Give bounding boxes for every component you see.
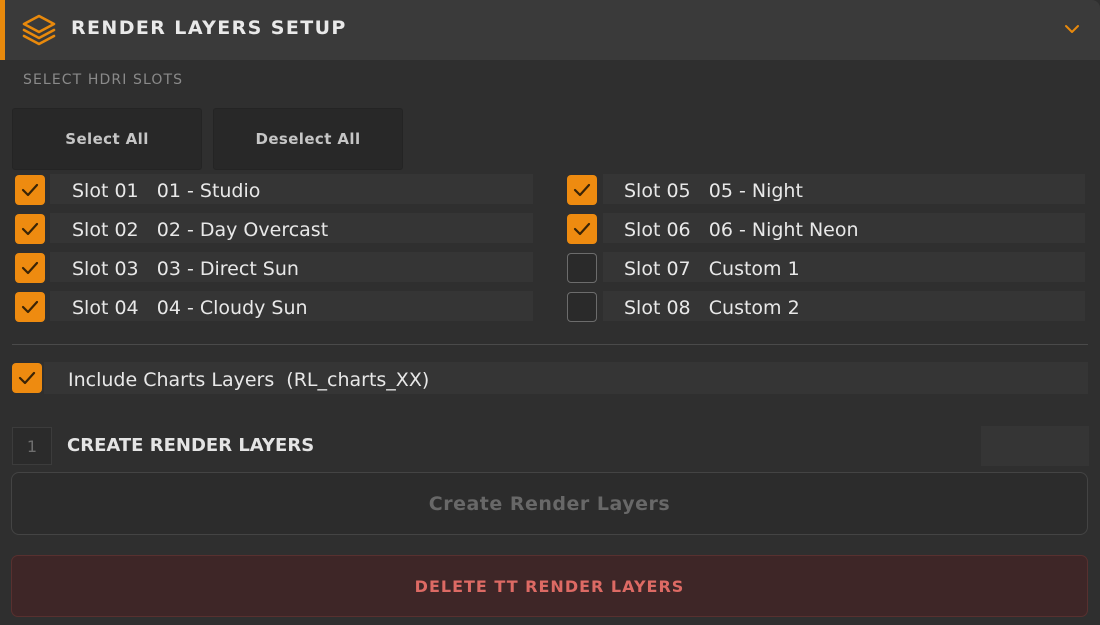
include-charts-checkbox[interactable] xyxy=(12,363,42,393)
checkmark-icon xyxy=(573,183,591,197)
checkmark-icon xyxy=(21,183,39,197)
slot-06-label: Slot 06 06 - Night Neon xyxy=(624,219,859,241)
checkmark-icon xyxy=(573,222,591,236)
slot-05-checkbox[interactable] xyxy=(567,175,597,205)
slot-04-label: Slot 04 04 - Cloudy Sun xyxy=(72,297,308,319)
create-render-layers-button[interactable]: Create Render Layers xyxy=(11,472,1088,535)
section-label: SELECT HDRI SLOTS xyxy=(23,72,184,88)
slot-08-checkbox[interactable] xyxy=(567,292,597,322)
checkmark-icon xyxy=(21,222,39,236)
select-all-button[interactable]: Select All xyxy=(12,108,202,170)
include-charts-label: Include Charts Layers (RL_charts_XX) xyxy=(68,369,430,391)
slot-02-label: Slot 02 02 - Day Overcast xyxy=(72,219,329,241)
chevron-down-icon[interactable] xyxy=(1064,22,1080,36)
slot-05-label: Slot 05 05 - Night xyxy=(624,180,803,202)
delete-render-layers-button[interactable]: DELETE TT RENDER LAYERS xyxy=(11,555,1088,617)
slot-07-checkbox[interactable] xyxy=(567,253,597,283)
divider xyxy=(12,344,1088,345)
slot-08-label: Slot 08 Custom 2 xyxy=(624,297,800,319)
checkmark-icon xyxy=(21,261,39,275)
slot-03-checkbox[interactable] xyxy=(15,253,45,283)
deselect-all-button[interactable]: Deselect All xyxy=(213,108,403,170)
panel-header[interactable]: RENDER LAYERS SETUP xyxy=(0,0,1100,60)
slot-01-label: Slot 01 01 - Studio xyxy=(72,180,261,202)
layers-icon xyxy=(22,14,56,46)
checkmark-icon xyxy=(21,300,39,314)
slot-06-checkbox[interactable] xyxy=(567,214,597,244)
slot-03-label: Slot 03 03 - Direct Sun xyxy=(72,258,299,280)
slot-07-label: Slot 07 Custom 1 xyxy=(624,258,800,280)
step-number: 1 xyxy=(12,427,52,465)
slot-04-checkbox[interactable] xyxy=(15,292,45,322)
step-status-field xyxy=(981,426,1089,466)
checkmark-icon xyxy=(18,371,36,385)
step-title: CREATE RENDER LAYERS xyxy=(67,435,315,456)
slot-02-checkbox[interactable] xyxy=(15,214,45,244)
panel-title: RENDER LAYERS SETUP xyxy=(71,17,347,39)
slot-01-checkbox[interactable] xyxy=(15,175,45,205)
